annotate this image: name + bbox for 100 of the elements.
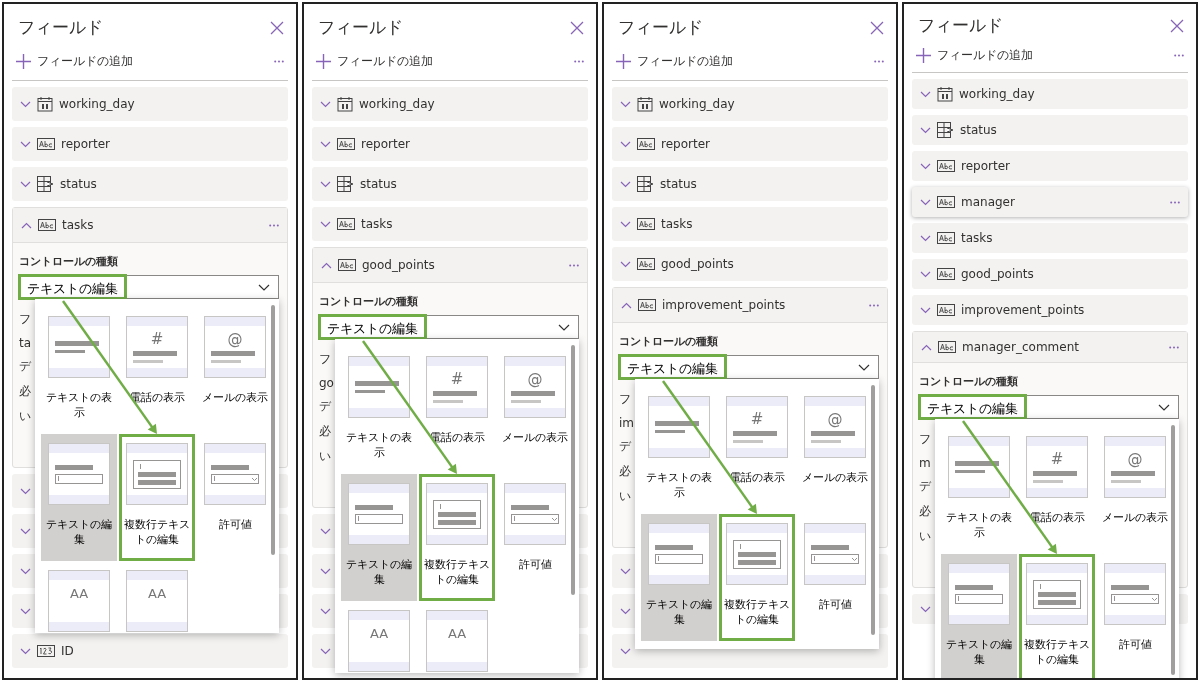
calendar-icon [37,96,53,112]
thumbnail-band [349,484,409,493]
input-sketch [355,513,403,524]
add-field-button[interactable]: フィールドの追加 [16,53,133,70]
placeholder-bar [811,430,855,436]
control-type-dropdown[interactable]: テキストの編集 [319,315,579,339]
thumbnail-band [349,357,409,366]
chevron-down-icon [20,487,31,495]
thumbnail-band [427,357,487,366]
field-row[interactable]: working_day [912,79,1188,109]
field-row[interactable]: manager [912,187,1188,217]
placeholder-bar [511,390,555,396]
option-label: テキストの編集 [945,637,1013,667]
property-text: デ [19,358,32,375]
scrollbar[interactable] [571,345,575,595]
field-row[interactable]: reporter [12,127,288,161]
more-icon[interactable] [1174,54,1184,57]
more-icon[interactable] [1169,345,1179,349]
field-row[interactable]: status [312,167,588,201]
thumbnail-band [649,524,709,533]
field-row[interactable]: status [612,167,888,201]
placeholder-bar [1111,584,1149,590]
thumbnail-band [805,575,865,584]
more-icon[interactable] [874,60,884,63]
scrollbar[interactable] [871,385,875,635]
text-field-icon [937,232,955,244]
control-option[interactable]: テキストの編集 [41,434,117,561]
add-field-button[interactable]: フィールドの追加 [616,53,733,70]
choice-grid-icon [637,176,654,192]
close-button[interactable] [870,20,884,35]
control-option[interactable]: 複数行テキストの編集 [719,514,795,641]
field-row[interactable]: tasks [312,207,588,241]
placeholder-bar [1038,599,1076,605]
close-button[interactable] [1170,18,1184,33]
thumbnail-band [1027,437,1087,446]
field-row[interactable]: status [12,167,288,201]
more-icon[interactable] [869,303,879,307]
control-option[interactable]: 複数行テキストの編集 [419,474,495,601]
property-text: go [319,376,333,390]
field-row[interactable]: status [912,115,1188,145]
control-option[interactable]: テキストの編集 [941,554,1017,678]
property-text: フ [19,311,32,328]
field-row[interactable]: improvement_points [912,295,1188,325]
control-option[interactable]: 複数行テキストの編集 [1019,554,1095,678]
panel-title: フィールド [918,14,1003,37]
field-row[interactable]: tasks [912,223,1188,253]
control-type-dropdown[interactable]: テキストの編集 [19,275,279,299]
control-option[interactable]: テキストの編集 [641,514,717,641]
control-type-dropdown[interactable]: テキストの編集 [919,395,1179,419]
thumbnail-band [649,397,709,406]
chevron-down-icon [620,607,631,615]
thumbnail-band [127,368,187,377]
property-text: フ [919,431,932,448]
plus-icon [916,48,931,63]
field-row[interactable]: working_day [312,87,588,121]
more-icon[interactable] [1170,200,1180,204]
scrollbar[interactable] [1171,425,1175,675]
text-field-icon [937,304,955,316]
close-button[interactable] [270,20,284,35]
field-row[interactable]: working_day [612,87,888,121]
field-row[interactable]: reporter [612,127,888,161]
field-row[interactable]: working_day [12,87,288,121]
close-button[interactable] [570,20,584,35]
chevron-up-icon [621,301,632,309]
add-field-button[interactable]: フィールドの追加 [916,47,1033,64]
field-row[interactable]: tasks [612,207,888,241]
thumbnail-band [127,571,187,580]
property-text: im [619,416,633,430]
add-field-button[interactable]: フィールドの追加 [316,53,433,70]
control-option[interactable]: 複数行テキストの編集 [119,434,195,561]
control-option[interactable]: テキストの編集 [341,474,417,601]
chevron-down-icon [920,90,931,98]
more-icon[interactable] [569,263,579,267]
more-icon[interactable] [574,60,584,63]
symbol-text: @ [226,331,244,347]
chevron-down-icon [20,140,31,148]
thumbnail-band [505,408,565,417]
option-label: 複数行テキストの編集 [423,557,491,587]
placeholder-bar [655,421,699,426]
control-type-label: コントロールの種類 [619,334,719,350]
chevron-down-icon [620,100,631,108]
chevron-down-icon [320,140,331,148]
scrollbar[interactable] [271,305,275,555]
thumbnail-band [1105,437,1165,446]
text-field-icon [338,259,356,271]
placeholder-bar [438,511,476,517]
field-row[interactable]: good_points [612,247,888,281]
more-icon[interactable] [274,60,284,63]
field-row[interactable]: reporter [312,127,588,161]
field-row[interactable]: reporter [912,151,1188,181]
control-type-dropdown[interactable]: テキストの編集 [619,355,879,379]
more-icon[interactable] [269,223,279,227]
option-label: テキストの表示 [45,390,113,420]
text-field-icon [337,218,355,230]
field-row[interactable]: ID [12,634,288,668]
placeholder-bar [433,390,477,396]
placeholder-bar [511,399,541,403]
thumbnail-band [1105,564,1165,573]
field-row[interactable]: good_points [912,259,1188,289]
option-label: テキストの表示 [345,430,413,460]
